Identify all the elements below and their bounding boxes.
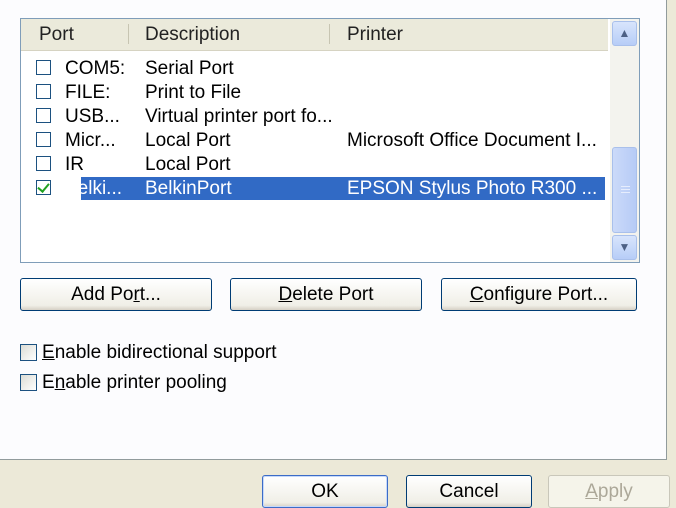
printer-pooling-checkbox[interactable] <box>20 374 37 391</box>
port-description: BelkinPort <box>145 178 232 199</box>
port-printer <box>347 105 607 128</box>
list-item[interactable]: COM5: Serial Port <box>21 57 608 80</box>
port-name: USB... <box>65 106 120 127</box>
apply-button[interactable]: Apply <box>548 475 670 508</box>
grip-line <box>621 186 630 187</box>
port-checkbox-checked[interactable] <box>36 180 51 195</box>
port-name: FILE: <box>65 82 111 103</box>
bidirectional-support-label[interactable]: Enable bidirectional support <box>42 342 277 364</box>
bidirectional-support-checkbox[interactable] <box>20 344 37 361</box>
scroll-up-button[interactable]: ▲ <box>612 21 637 46</box>
column-divider[interactable] <box>128 24 129 44</box>
column-header-printer[interactable]: Printer <box>337 19 403 50</box>
port-name: IR <box>65 154 84 175</box>
port-checkbox[interactable] <box>36 156 51 171</box>
list-item[interactable]: IR Local Port <box>21 153 608 176</box>
grip-line <box>621 192 630 193</box>
printer-pooling-label[interactable]: Enable printer pooling <box>42 372 227 394</box>
port-printer <box>347 57 607 80</box>
column-divider[interactable] <box>329 24 330 44</box>
delete-port-button[interactable]: Delete Port <box>230 278 422 311</box>
port-checkbox[interactable] <box>36 84 51 99</box>
scroll-thumb[interactable] <box>612 147 637 233</box>
port-printer: Microsoft Office Document I... <box>347 130 597 151</box>
port-printer: EPSON Stylus Photo R300 ... <box>347 178 598 199</box>
port-description: Local Port <box>145 154 231 175</box>
port-description: Print to File <box>145 82 242 103</box>
port-description: Local Port <box>145 130 231 151</box>
configure-port-button[interactable]: Configure Port... <box>441 278 637 311</box>
port-description: Virtual printer port fo... <box>145 106 333 127</box>
port-checkbox[interactable] <box>36 132 51 147</box>
port-checkbox[interactable] <box>36 108 51 123</box>
cancel-button[interactable]: Cancel <box>406 475 532 508</box>
list-item-selected[interactable]: Belki... BelkinPort EPSON Stylus Photo R… <box>21 177 608 200</box>
ports-tab-page: Port Description Printer COM5: Serial Po… <box>0 0 667 460</box>
chevron-down-icon: ▼ <box>618 240 631 254</box>
list-item[interactable]: FILE: Print to File <box>21 81 608 104</box>
column-header-port[interactable]: Port <box>29 19 74 50</box>
port-name: Belki... <box>65 178 123 199</box>
scroll-down-button[interactable]: ▼ <box>612 235 637 260</box>
ports-list[interactable]: Port Description Printer COM5: Serial Po… <box>20 18 640 263</box>
grip-line <box>621 189 630 190</box>
port-name: COM5: <box>65 58 126 79</box>
column-header-description[interactable]: Description <box>135 19 240 50</box>
list-header: Port Description Printer <box>21 19 608 51</box>
port-printer <box>347 81 607 104</box>
port-checkbox[interactable] <box>36 60 51 75</box>
chevron-up-icon: ▲ <box>618 26 631 40</box>
port-name: Micr... <box>65 130 116 151</box>
port-printer <box>347 153 607 176</box>
add-port-button[interactable]: Add Port... <box>20 278 212 311</box>
port-description: Serial Port <box>145 58 234 79</box>
vertical-scrollbar[interactable]: ▲ ▼ <box>610 19 639 262</box>
ok-button[interactable]: OK <box>262 475 388 508</box>
list-item[interactable]: USB... Virtual printer port fo... <box>21 105 608 128</box>
list-item[interactable]: Micr... Local Port Microsoft Office Docu… <box>21 129 608 152</box>
